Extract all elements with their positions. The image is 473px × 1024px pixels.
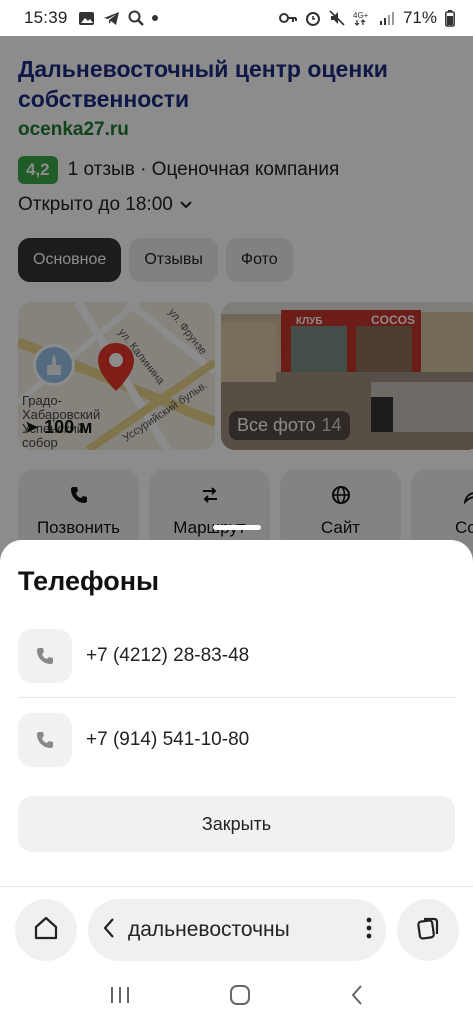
tabs-icon: [414, 914, 442, 947]
phone-number-2: +7 (914) 541-10-80: [86, 729, 250, 750]
sheet-drag-handle[interactable]: [213, 525, 261, 530]
home-button[interactable]: [15, 899, 77, 961]
close-button[interactable]: Закрыть: [18, 796, 455, 852]
url-bar[interactable]: дальневосточны: [88, 899, 386, 961]
sheet-title: Телефоны: [18, 566, 160, 596]
dim-overlay[interactable]: [0, 36, 473, 596]
alarm-icon: [305, 10, 321, 26]
back-chevron-icon[interactable]: [102, 917, 116, 944]
divider: [18, 697, 455, 698]
status-time: 15:39: [24, 8, 68, 27]
battery-icon: [445, 9, 455, 27]
home-icon: [32, 914, 60, 947]
phone-row-1[interactable]: +7 (4212) 28-83-48: [18, 628, 455, 684]
phone-row-2[interactable]: +7 (914) 541-10-80: [18, 712, 455, 768]
signal-icon: [379, 11, 395, 25]
more-vertical-icon[interactable]: [366, 917, 372, 944]
system-back-icon[interactable]: [350, 984, 364, 1011]
search-icon: [128, 10, 144, 26]
browser-toolbar: дальневосточны: [0, 886, 473, 970]
tabs-button[interactable]: [397, 899, 459, 961]
system-home-icon[interactable]: [229, 984, 251, 1011]
network-icon: 4G+: [353, 10, 371, 26]
phones-sheet: Телефоны +7 (4212) 28-83-48 +7 (914) 541…: [0, 525, 473, 886]
url-text: дальневосточны: [128, 918, 290, 941]
phone-icon: [18, 629, 72, 683]
phone-number-1: +7 (4212) 28-83-48: [86, 645, 250, 666]
mute-icon: [329, 10, 345, 26]
status-bar: 15:39 4G+ 71%: [0, 0, 473, 36]
gallery-icon: [78, 11, 95, 26]
battery-text: 71%: [402, 8, 437, 27]
recents-icon[interactable]: [109, 985, 131, 1010]
dot-icon: [151, 15, 158, 21]
svg-text:4G+: 4G+: [353, 11, 369, 20]
system-nav-bar: [0, 970, 473, 1024]
telegram-icon: [103, 11, 120, 26]
phone-icon: [18, 713, 72, 767]
key-icon: [278, 12, 297, 24]
